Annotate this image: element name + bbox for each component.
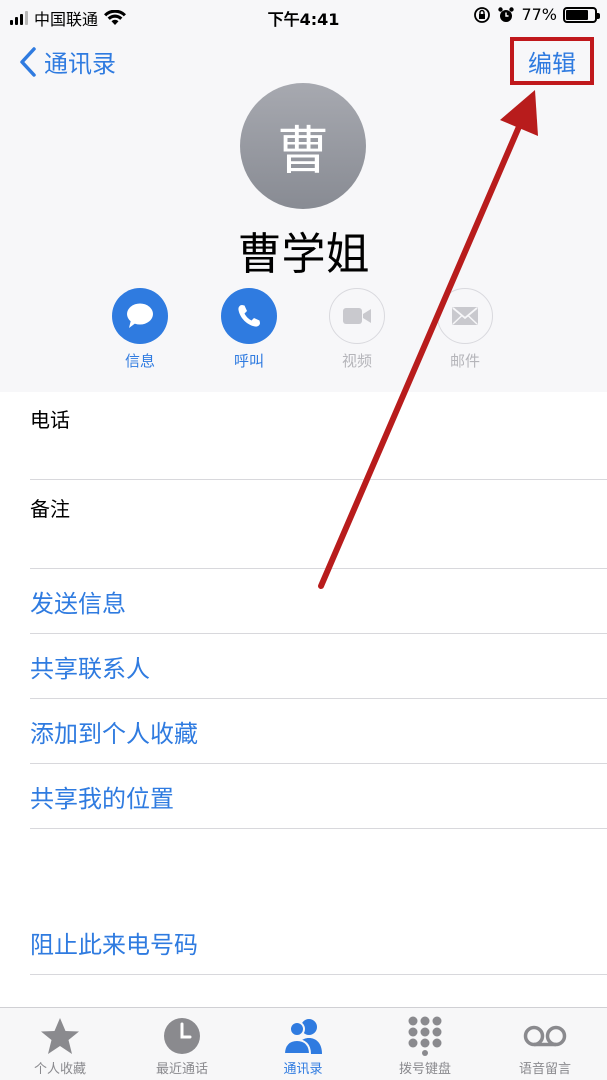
- video-action-circle: [329, 288, 385, 344]
- tab-bar: 个人收藏 最近通话 通讯录 拨号键盘 语音留言: [0, 1007, 607, 1080]
- keypad-icon: [408, 1016, 442, 1056]
- call-action-circle: [221, 288, 277, 344]
- block-caller-label: 阻止此来电号码: [30, 930, 198, 959]
- avatar-initial: 曹: [276, 121, 329, 182]
- avatar: 曹: [240, 83, 366, 209]
- block-caller-link[interactable]: 阻止此来电号码: [30, 910, 607, 975]
- share-location-label: 共享我的位置: [30, 784, 174, 813]
- send-message-link[interactable]: 发送信息: [30, 569, 607, 634]
- back-button-label: 通讯录: [44, 50, 116, 78]
- contact-name: 曹学姐: [237, 229, 370, 280]
- video-action-button: 视频: [329, 288, 385, 371]
- battery-icon: [563, 6, 600, 23]
- message-action-circle: [112, 288, 168, 344]
- back-to-contacts-button[interactable]: 通讯录: [18, 44, 116, 79]
- message-icon: [127, 303, 153, 328]
- call-action-button[interactable]: 呼叫: [221, 288, 277, 371]
- orientation-lock-icon: [474, 6, 491, 23]
- tab-voicemail-label: 语音留言: [518, 1062, 571, 1077]
- message-action-button[interactable]: 信息: [112, 288, 168, 371]
- contacts-icon: [282, 1019, 322, 1055]
- tab-keypad-label: 拨号键盘: [398, 1062, 451, 1077]
- phone-field[interactable]: 电话: [30, 392, 607, 480]
- add-to-favorites-label: 添加到个人收藏: [30, 719, 198, 748]
- mail-action-button: 邮件: [437, 288, 493, 371]
- voicemail-icon: [523, 1025, 567, 1047]
- tab-contacts-label: 通讯录: [283, 1062, 323, 1077]
- call-action-label: 呼叫: [233, 352, 264, 370]
- status-right: 77%: [473, 5, 600, 24]
- phone-field-label: 电话: [30, 408, 70, 432]
- alarm-icon: [498, 6, 515, 22]
- send-message-label: 发送信息: [30, 589, 126, 618]
- tab-contacts[interactable]: 通讯录: [248, 1016, 358, 1077]
- battery-fill: [566, 9, 588, 20]
- status-bar: 中国联通 下午4:41 77%: [0, 0, 607, 32]
- notes-field-label: 备注: [30, 497, 70, 521]
- chevron-left-icon: [20, 46, 36, 77]
- mail-action-circle: [437, 288, 493, 344]
- tab-voicemail[interactable]: 语音留言: [490, 1016, 600, 1077]
- battery-percentage: 77%: [521, 5, 557, 24]
- mail-action-label: 邮件: [449, 352, 480, 370]
- tab-recents-label: 最近通话: [155, 1062, 208, 1077]
- tab-recents[interactable]: 最近通话: [127, 1016, 237, 1077]
- share-contact-link[interactable]: 共享联系人: [30, 634, 607, 699]
- edit-button[interactable]: 编辑: [510, 37, 594, 85]
- video-action-label: 视频: [341, 352, 372, 370]
- add-to-favorites-link[interactable]: 添加到个人收藏: [30, 699, 607, 764]
- notes-field[interactable]: 备注: [30, 480, 607, 569]
- tab-favorites[interactable]: 个人收藏: [5, 1016, 115, 1077]
- share-location-link[interactable]: 共享我的位置: [30, 764, 607, 829]
- phone-icon: [238, 305, 260, 327]
- edit-button-label: 编辑: [528, 49, 576, 78]
- clock-icon: [164, 1018, 200, 1054]
- share-contact-label: 共享联系人: [30, 654, 150, 683]
- tab-favorites-label: 个人收藏: [33, 1062, 86, 1077]
- mail-icon: [452, 307, 478, 325]
- tab-keypad[interactable]: 拨号键盘: [370, 1016, 480, 1077]
- star-icon: [41, 1018, 79, 1054]
- video-icon: [343, 308, 371, 324]
- message-action-label: 信息: [124, 352, 155, 370]
